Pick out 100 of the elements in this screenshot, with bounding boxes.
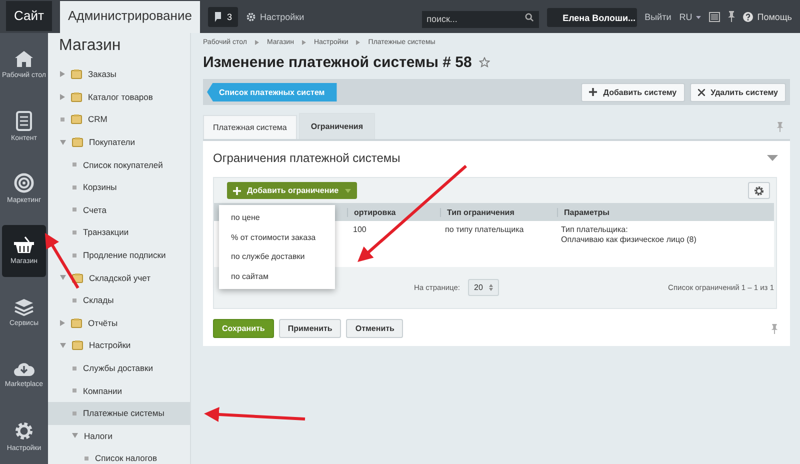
separator-icon (356, 40, 360, 45)
separator-icon (302, 40, 306, 45)
caret-icon (344, 188, 351, 192)
bullet-icon (72, 388, 77, 394)
table-cell-text: Тип плательщика: Оплачиваю как физическое лицо (8) (560, 225, 698, 245)
sidebar-item[interactable]: Счета (48, 198, 190, 222)
pin-icon[interactable] (771, 324, 778, 334)
sidebar-item[interactable]: Настройки (48, 334, 190, 357)
section-icon (71, 114, 82, 124)
section-icon (72, 137, 83, 148)
sidebar-title: Магазин (58, 37, 122, 56)
column-header: Тип ограничения (440, 208, 557, 216)
settings-link[interactable]: Настройки (246, 7, 304, 27)
list-icon[interactable] (709, 12, 720, 22)
sidebar-item[interactable]: Заказы (48, 63, 190, 86)
sidebar-item[interactable]: Складской учет (48, 266, 190, 289)
gear-icon (754, 186, 764, 196)
home-icon (14, 50, 34, 68)
top-tab[interactable]: Администрирование (60, 1, 200, 33)
collapsed-arrow-icon (60, 71, 65, 78)
sidebar-item[interactable]: Список налогов (48, 447, 190, 464)
bullet-icon (60, 116, 65, 122)
toolbar-button[interactable]: Добавить систему (581, 82, 685, 102)
plus-icon (233, 186, 241, 194)
help-link[interactable]: Помощь (743, 7, 792, 27)
sidebar-item[interactable]: Налоги (48, 424, 190, 448)
collapsed-arrow-icon (60, 94, 65, 100)
caret-icon (696, 16, 702, 18)
column-header: ортировка (347, 208, 440, 216)
gear-icon (14, 420, 34, 441)
column-header: Параметры (557, 208, 774, 216)
close-icon (698, 88, 705, 96)
help-icon (743, 12, 754, 22)
bullet-icon (72, 162, 77, 168)
add-restriction-button[interactable]: Добавить ограничение (227, 182, 357, 199)
sidebar-item[interactable]: Компании (48, 379, 190, 402)
sidebar-item[interactable]: Продление подписки (48, 244, 190, 266)
bullet-icon (72, 207, 77, 212)
search-icon (524, 13, 534, 22)
star-icon[interactable] (478, 57, 490, 68)
menu-item[interactable]: по сайтам (219, 266, 335, 286)
expanded-arrow-icon (60, 275, 66, 280)
sidebar-item[interactable]: Склады (48, 288, 190, 312)
table-cell-text: 100 (352, 225, 368, 235)
flag-icon (214, 12, 222, 22)
bullet-icon (72, 410, 77, 416)
tab[interactable]: Ограничения (298, 113, 375, 139)
sidebar-item[interactable]: Отчёты (48, 312, 190, 334)
bullet-icon (72, 184, 77, 190)
document-icon (16, 110, 32, 131)
spinner-arrows-icon (488, 284, 493, 291)
cloud-download-icon (13, 360, 35, 377)
section-icon (72, 340, 83, 350)
panel-title: Ограничения платежной системы (213, 151, 400, 165)
form-button[interactable]: Отменить (346, 319, 404, 338)
toolbar-button[interactable]: Удалить систему (690, 82, 786, 102)
section-icon (71, 69, 82, 80)
section-icon (71, 92, 82, 102)
expanded-arrow-icon (60, 342, 66, 348)
user-button[interactable]: Елена Волоши... (546, 8, 637, 27)
gear-icon (246, 12, 256, 22)
bullet-icon (72, 230, 77, 235)
target-icon (14, 172, 34, 193)
sidebar-item[interactable]: Службы доставки (48, 356, 190, 380)
tab[interactable]: Платежная система (203, 115, 297, 139)
sidebar-item[interactable]: Платежные системы (48, 402, 190, 424)
page-title: Изменение платежной системы # 58 (203, 54, 472, 71)
top-tab[interactable]: Сайт (6, 1, 52, 31)
menu-item[interactable]: % от стоимости заказа (219, 228, 335, 247)
language-selector[interactable]: RU (679, 7, 702, 27)
bullet-icon (72, 252, 77, 258)
annotation-arrow (44, 232, 80, 289)
basket-icon (13, 236, 35, 254)
plus-icon (589, 88, 598, 96)
expanded-arrow-icon (72, 433, 78, 438)
collapse-icon[interactable] (767, 155, 778, 161)
per-page-select[interactable]: 20 (468, 279, 499, 296)
pin-icon[interactable] (728, 11, 736, 22)
menu-item[interactable]: по цене (219, 208, 335, 228)
bullet-icon (84, 456, 89, 461)
table-cell-text: по типу плательщика (444, 225, 525, 235)
menu-item[interactable]: по службе доставки (219, 247, 335, 266)
layers-icon (14, 298, 34, 316)
logout-link[interactable]: Выйти (644, 7, 672, 27)
sidebar-item[interactable]: Корзины (48, 176, 190, 199)
sidebar-item[interactable]: Покупатели (48, 130, 190, 154)
form-button[interactable]: Применить (278, 319, 342, 338)
sidebar-item[interactable]: Каталог товаров (48, 86, 190, 108)
sidebar-item[interactable]: Список покупателей (48, 153, 190, 176)
search-field[interactable]: поиск... (422, 10, 539, 28)
bullet-icon (72, 366, 77, 371)
bullet-icon (72, 298, 77, 303)
settings-button[interactable] (748, 182, 770, 199)
section-icon (71, 318, 82, 328)
notifications-button[interactable]: 3 (208, 7, 238, 27)
collapsed-arrow-icon (60, 320, 65, 326)
sidebar-item[interactable]: CRM (48, 108, 190, 131)
sidebar-item[interactable]: Транзакции (48, 221, 190, 244)
separator-icon (254, 40, 259, 45)
expanded-arrow-icon (60, 140, 66, 145)
